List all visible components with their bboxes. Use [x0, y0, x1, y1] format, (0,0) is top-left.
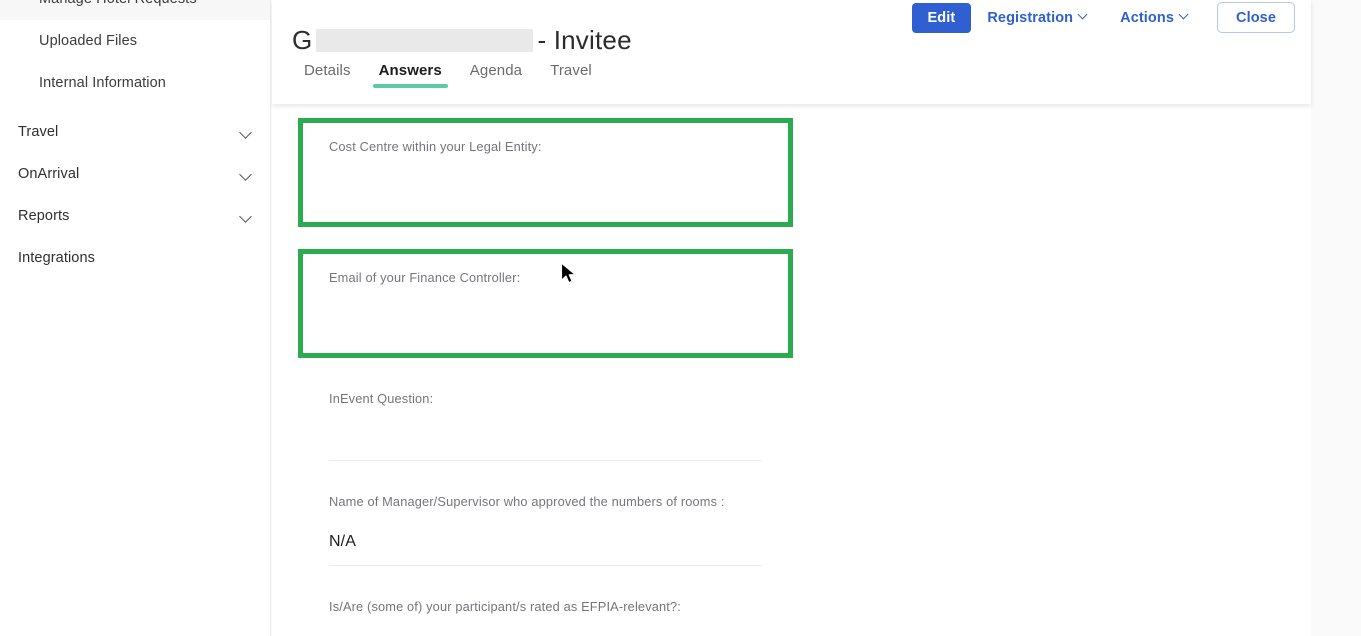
close-button[interactable]: Close	[1217, 2, 1295, 33]
answer-value	[329, 178, 762, 198]
answer-field-inner: Name of Manager/Supervisor who approved …	[329, 493, 762, 566]
panel-header: G - Invitee Edit Registration Actions Cl…	[272, 0, 1311, 104]
sidebar-nav-list: Manage Hotel Requests Uploaded Files Inter…	[0, 0, 270, 279]
sidebar-item-label: Uploaded Files	[39, 33, 138, 49]
sidebar-item-label: Integrations	[18, 250, 95, 266]
chevron-down-icon	[1180, 11, 1189, 20]
sidebar-item-label: Internal Information	[39, 75, 166, 91]
tab-label: Answers	[378, 62, 442, 79]
sidebar-item-internal-information[interactable]: Internal Information	[0, 62, 270, 104]
tab-travel[interactable]: Travel	[536, 62, 606, 93]
answer-value: N/A	[329, 532, 356, 550]
chevron-down-icon[interactable]	[240, 168, 253, 181]
tab-agenda[interactable]: Agenda	[456, 62, 536, 93]
answer-question-label: Email of your Finance Controller:	[329, 269, 521, 285]
registration-menu-label: Registration	[987, 9, 1074, 26]
tab-details[interactable]: Details	[292, 62, 365, 93]
answer-field: Name of Manager/Supervisor who approved …	[298, 493, 793, 566]
answer-field: Email of your Finance Controller:	[298, 248, 793, 358]
answer-field: InEvent Question:	[298, 390, 793, 461]
answers-list: Cost Centre within your Legal Entity: Ema…	[298, 104, 793, 636]
actions-menu-button[interactable]: Actions	[1104, 3, 1205, 33]
redacted-name-block	[316, 28, 534, 52]
panel-header-actions: Edit Registration Actions Close	[911, 2, 1295, 33]
sidebar-item-uploaded-files[interactable]: Uploaded Files	[0, 20, 270, 62]
tab-answers[interactable]: Answers	[365, 62, 456, 93]
answer-field: Is/Are (some of) your participant/s rate…	[298, 598, 793, 636]
sidebar-item-travel[interactable]: Travel	[0, 111, 270, 153]
answer-question-label: Name of Manager/Supervisor who approved …	[329, 493, 725, 509]
sidebar-item-manage-hotel-requests[interactable]: Manage Hotel Requests	[0, 0, 270, 20]
answer-field-inner: InEvent Question:	[329, 390, 762, 461]
invitee-detail-panel: G - Invitee Edit Registration Actions Cl…	[272, 0, 1311, 636]
answer-question-label: Cost Centre within your Legal Entity:	[329, 139, 542, 154]
sidebar-item-onarrival[interactable]: OnArrival	[0, 153, 270, 195]
edit-button[interactable]: Edit	[911, 2, 972, 33]
answer-question-label: InEvent Question:	[329, 390, 434, 406]
sidebar-item-label: Travel	[18, 124, 59, 140]
app-root: Manage Hotel Requests Uploaded Files Inter…	[0, 0, 1361, 636]
tab-label: Travel	[550, 62, 592, 79]
panel-tabs: Details Answers Agenda Travel	[292, 62, 606, 93]
sidebar: Manage Hotel Requests Uploaded Files Inter…	[0, 0, 271, 636]
panel-title-row: G - Invitee Edit Registration Actions Cl…	[272, 0, 1311, 55]
sidebar-item-reports[interactable]: Reports	[0, 195, 270, 237]
page-title-suffix: - Invitee	[537, 24, 632, 55]
sidebar-item-label: Manage Hotel Requests	[39, 0, 197, 7]
page-title-prefix: G	[292, 24, 313, 55]
chevron-down-icon[interactable]	[240, 210, 253, 223]
sidebar-item-label: Reports	[18, 208, 70, 224]
sidebar-group-divider	[0, 104, 270, 111]
answers-panel-body: Cost Centre within your Legal Entity: Ema…	[272, 104, 1311, 636]
tab-label: Details	[304, 62, 351, 79]
page-right-gutter	[1311, 0, 1361, 636]
chevron-down-icon[interactable]	[240, 126, 253, 139]
answer-value	[329, 428, 762, 448]
registration-menu-button[interactable]: Registration	[971, 3, 1104, 33]
sidebar-item-label: OnArrival	[18, 166, 80, 182]
chevron-down-icon	[1079, 11, 1088, 20]
sidebar-item-integrations[interactable]: Integrations	[0, 237, 270, 279]
tab-label: Agenda	[469, 62, 523, 79]
answer-field: Cost Centre within your Legal Entity:	[298, 118, 793, 227]
answer-field-inner: Is/Are (some of) your participant/s rate…	[329, 598, 762, 636]
page-title: G - Invitee	[292, 17, 632, 63]
answer-value	[329, 309, 762, 329]
actions-menu-label: Actions	[1120, 9, 1174, 26]
answer-question-label: Is/Are (some of) your participant/s rate…	[329, 598, 681, 614]
